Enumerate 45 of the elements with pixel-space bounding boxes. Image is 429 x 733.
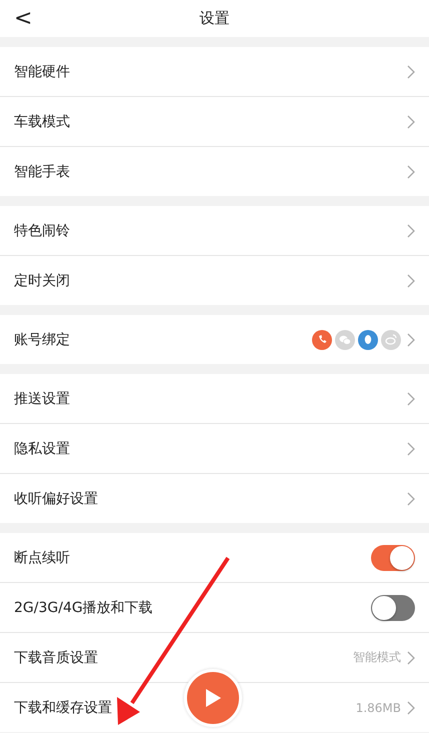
settings-row[interactable]: 下载和缓存设置 1.86MB: [0, 683, 429, 732]
toggle-switch[interactable]: [371, 594, 415, 620]
settings-row[interactable]: 收听偏好设置: [0, 474, 429, 523]
settings-row[interactable]: 2G/3G/4G播放和下载: [0, 583, 429, 633]
setting-label: 车载模式: [14, 112, 71, 130]
settings-row[interactable]: 断点续听: [0, 533, 429, 583]
setting-label: 推送设置: [14, 390, 71, 408]
page-title: 设置: [200, 9, 230, 28]
setting-label: 收听偏好设置: [14, 490, 99, 508]
setting-label: 账号绑定: [14, 330, 71, 348]
settings-row[interactable]: 推送设置: [0, 374, 429, 424]
settings-row[interactable]: 特色闹铃: [0, 206, 429, 256]
setting-value: 智能模式: [353, 649, 401, 666]
settings-row[interactable]: 定时关闭: [0, 256, 429, 305]
chevron-icon: [407, 492, 415, 506]
setting-label: 下载音质设置: [14, 648, 99, 666]
setting-label: 智能手表: [14, 162, 71, 180]
toggle-switch[interactable]: [371, 544, 415, 570]
chevron-icon: [407, 224, 415, 238]
settings-row[interactable]: 车载模式: [0, 97, 429, 147]
chevron-icon: [407, 114, 415, 128]
setting-label: 断点续听: [14, 548, 71, 566]
chevron-icon: [407, 164, 415, 178]
chevron-icon: [407, 274, 415, 288]
settings-row[interactable]: 智能手表: [0, 147, 429, 196]
setting-label: 下载和缓存设置: [14, 698, 113, 716]
penguin-account-icon[interactable]: [358, 330, 378, 350]
setting-label: 2G/3G/4G播放和下载: [14, 598, 154, 616]
chevron-icon: [407, 64, 415, 78]
settings-row[interactable]: 账号绑定: [0, 315, 429, 364]
chevron-icon: [407, 650, 415, 664]
chevron-icon: [407, 332, 415, 346]
chevron-icon: [407, 442, 415, 456]
setting-value: 1.86MB: [356, 700, 401, 714]
setting-label: 隐私设置: [14, 440, 71, 458]
setting-label: 定时关闭: [14, 272, 71, 290]
settings-row[interactable]: 智能硬件: [0, 47, 429, 97]
setting-label: 智能硬件: [14, 62, 71, 80]
phone-account-icon[interactable]: [312, 330, 332, 350]
chevron-icon: [407, 392, 415, 406]
play-icon: [204, 688, 222, 708]
chevron-icon: [407, 700, 415, 714]
setting-label: 特色闹铃: [14, 222, 71, 240]
back-button[interactable]: <: [14, 6, 32, 31]
settings-row[interactable]: 隐私设置: [0, 424, 429, 474]
